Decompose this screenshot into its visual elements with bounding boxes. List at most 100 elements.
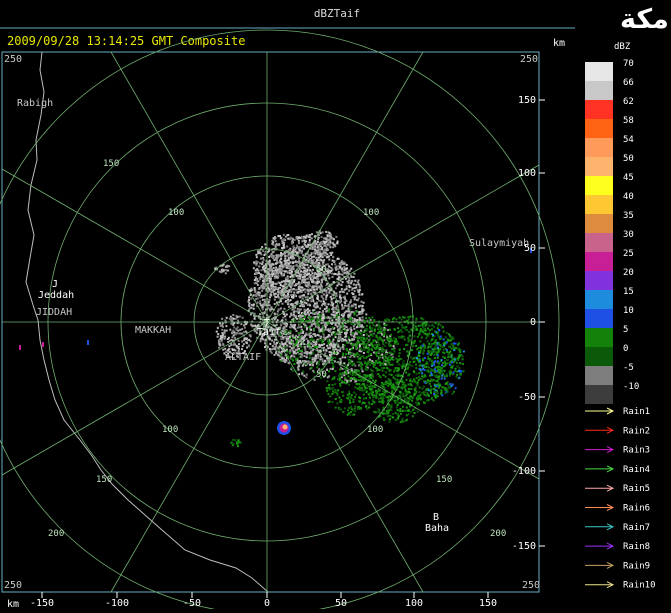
echo-pixel xyxy=(312,309,315,312)
echo-pixel xyxy=(350,334,353,337)
echo-pixel xyxy=(272,285,275,288)
echo-pixel xyxy=(303,334,306,337)
echo-pixel xyxy=(406,343,409,346)
echo-pixel xyxy=(442,369,445,372)
echo-pixel xyxy=(409,378,412,381)
echo-pixel xyxy=(325,230,328,233)
echo-pixel xyxy=(252,307,255,310)
echo-pixel xyxy=(331,304,334,307)
echo-pixel xyxy=(378,331,381,333)
echo-pixel xyxy=(309,278,312,281)
echo-pixel xyxy=(326,235,329,238)
echo-pixel xyxy=(307,266,310,269)
legend-swatch-5 xyxy=(585,328,613,347)
echo-pixel xyxy=(259,251,262,254)
echo-pixel xyxy=(382,350,385,353)
echo-pixel xyxy=(308,275,311,278)
echo-pixel xyxy=(336,325,339,328)
echo-pixel xyxy=(425,391,428,394)
echo-pixel xyxy=(309,363,311,366)
echo-pixel xyxy=(396,342,399,345)
echo-pixel xyxy=(321,344,324,346)
echo-pixel xyxy=(250,306,253,309)
echo-pixel xyxy=(302,237,305,240)
echo-pixel xyxy=(292,311,295,314)
echo-pixel xyxy=(314,248,317,251)
echo-pixel xyxy=(317,340,320,342)
echo-pixel xyxy=(346,365,349,368)
echo-pixel xyxy=(427,355,430,358)
echo-pixel xyxy=(274,257,277,260)
echo-pixel xyxy=(252,267,255,270)
echo-pixel xyxy=(231,444,234,447)
echo-pixel xyxy=(282,338,285,341)
echo-pixel xyxy=(388,420,391,423)
echo-pixel xyxy=(303,374,306,377)
echo-pixel xyxy=(331,340,334,343)
echo-pixel xyxy=(345,335,348,338)
echo-pixel xyxy=(260,269,263,272)
echo-pixel xyxy=(456,373,459,376)
echo-pixel xyxy=(338,293,341,296)
echo-pixel xyxy=(292,346,295,349)
echo-pixel xyxy=(421,357,424,360)
echo-pixel xyxy=(378,394,381,397)
echo-pixel xyxy=(383,412,386,415)
echo-pixel xyxy=(417,324,420,327)
echo-pixel xyxy=(318,326,320,329)
echo-pixel xyxy=(405,414,408,417)
echo-pixel xyxy=(334,370,337,373)
echo-pixel xyxy=(303,247,305,250)
echo-pixel xyxy=(258,277,261,280)
echo-pixel xyxy=(407,383,410,386)
echo-pixel xyxy=(289,236,292,239)
echo-pixel xyxy=(305,319,308,322)
echo-pixel xyxy=(389,363,392,366)
echo-pixel xyxy=(284,300,287,303)
echo-pixel xyxy=(227,336,230,339)
echo-pixel xyxy=(275,262,278,265)
echo-pixel xyxy=(264,271,267,274)
echo-pixel xyxy=(317,259,320,262)
echo-pixel xyxy=(321,360,324,363)
echo-pixel xyxy=(268,256,271,258)
echo-pixel xyxy=(304,263,307,266)
echo-pixel xyxy=(361,293,364,296)
echo-pixel xyxy=(301,245,304,248)
echo-pixel xyxy=(287,339,290,342)
echo-pixel xyxy=(345,287,348,290)
echo-pixel xyxy=(345,299,348,302)
echo-pixel xyxy=(333,377,336,380)
echo-pixel xyxy=(300,273,303,276)
legend-swatch-25 xyxy=(585,252,613,271)
echo-pixel xyxy=(353,327,356,330)
echo-pixel xyxy=(299,308,302,311)
echo-pixel xyxy=(334,357,337,359)
echo-pixel xyxy=(322,363,325,366)
echo-pixel xyxy=(372,379,374,382)
echo-pixel xyxy=(394,401,397,404)
ring-label-100-lowleft: 100 xyxy=(162,425,178,435)
echo-pixel xyxy=(293,319,296,322)
echo-pixel xyxy=(242,331,245,334)
echo-pixel xyxy=(458,354,461,357)
echo-pixel xyxy=(323,343,326,346)
echo-pixel xyxy=(412,360,415,363)
echo-pixel xyxy=(298,242,300,245)
echo-pixel xyxy=(361,363,364,366)
echo-pixel xyxy=(323,237,326,240)
echo-pixel xyxy=(413,357,416,360)
echo-pixel xyxy=(323,308,326,310)
echo-pixel xyxy=(398,355,401,358)
echo-pixel xyxy=(331,272,334,275)
echo-pixel xyxy=(377,373,380,375)
echo-pixel xyxy=(355,383,358,386)
echo-pixel xyxy=(428,342,431,345)
echo-pixel xyxy=(356,352,359,355)
echo-pixel xyxy=(401,387,404,390)
echo-pixel xyxy=(350,299,352,302)
legend-swatch-15 xyxy=(585,290,613,309)
echo-pixel xyxy=(306,246,309,248)
echo-pixel xyxy=(289,286,292,289)
echo-pixel xyxy=(288,289,291,291)
